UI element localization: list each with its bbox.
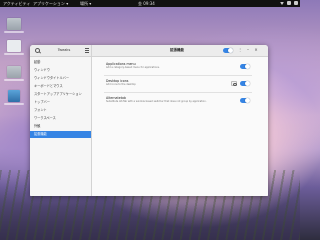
extension-description: Substitute Alt-Tab with a window based s… <box>106 100 207 103</box>
sidebar-item-window-titlebar[interactable]: ウィンドウタイトルバー <box>30 75 91 82</box>
tweaks-window: Tweaks 拡張機能 ⋮ – × 起動 ウィンドウ ウィンドウタイトルバー キ… <box>30 45 268 196</box>
extension-row: Alternatetab Substitute Alt-Tab with a w… <box>104 96 252 110</box>
desktop-icon-label <box>4 103 24 105</box>
activities-button[interactable]: アクティビティ <box>3 0 30 7</box>
volume-icon <box>287 1 291 5</box>
extensions-list: Applications menu Add a category-based m… <box>92 57 268 196</box>
extension-toggle[interactable] <box>240 98 250 103</box>
sidebar-item-top-bar[interactable]: トップバー <box>30 99 91 106</box>
extension-toggle[interactable] <box>240 64 250 69</box>
desktop-folder-icon[interactable] <box>7 18 21 30</box>
sidebar-item-windows[interactable]: ウィンドウ <box>30 67 91 74</box>
extension-description: Add icons to the desktop <box>106 83 136 86</box>
system-tray[interactable] <box>280 1 298 5</box>
extensions-master-switch[interactable] <box>223 48 233 53</box>
page-title: 拡張機能 <box>170 48 184 52</box>
header-bar: Tweaks 拡張機能 ⋮ – × <box>30 45 268 57</box>
extension-description: Add a category-based menu for applicatio… <box>106 66 160 69</box>
network-icon <box>280 2 284 5</box>
extension-row: Applications menu Add a category-based m… <box>104 62 252 72</box>
sidebar: 起動 ウィンドウ ウィンドウタイトルバー キーボードとマウス スタートアップアプ… <box>30 57 92 196</box>
sidebar-item-fonts[interactable]: フォント <box>30 107 91 114</box>
sidebar-item-extensions[interactable]: 拡張機能 <box>30 131 91 138</box>
sidebar-item-startup-apps[interactable]: スタートアップアプリケーション <box>30 91 91 98</box>
applications-menu-button[interactable]: アプリケーション ▾ <box>33 0 68 7</box>
close-icon[interactable]: × <box>254 48 258 52</box>
clock[interactable]: 金 09:34 <box>138 0 155 7</box>
power-icon <box>294 1 298 5</box>
desktop-icon-label <box>4 31 24 33</box>
extension-settings-button[interactable] <box>231 81 237 86</box>
desktop-icon-label <box>4 53 24 55</box>
row-divider <box>104 75 252 76</box>
extension-row: Desktop icons Add icons to the desktop <box>104 79 252 89</box>
desktop-folder-icon[interactable] <box>7 66 21 78</box>
header-separator <box>91 45 92 56</box>
row-divider <box>104 92 252 93</box>
places-menu-button[interactable]: 場所 ▾ <box>80 0 91 7</box>
hamburger-menu-icon[interactable] <box>85 48 89 53</box>
minimize-icon[interactable]: – <box>246 48 250 52</box>
sidebar-item-appearance[interactable]: 外観 <box>30 123 91 130</box>
desktop-icon-label <box>4 79 24 81</box>
desktop-file-icon[interactable] <box>7 40 21 52</box>
search-icon[interactable] <box>35 48 40 53</box>
extension-toggle[interactable] <box>240 81 250 86</box>
top-bar: アクティビティ アプリケーション ▾ 場所 ▾ 金 09:34 <box>0 0 300 7</box>
sidebar-item-startup[interactable]: 起動 <box>30 59 91 66</box>
sidebar-title: Tweaks <box>57 48 71 52</box>
trash-icon[interactable] <box>8 90 20 102</box>
sidebar-item-workspaces[interactable]: ワークスペース <box>30 115 91 122</box>
sidebar-item-keyboard-mouse[interactable]: キーボードとマウス <box>30 83 91 90</box>
menu-icon[interactable]: ⋮ <box>238 48 242 52</box>
